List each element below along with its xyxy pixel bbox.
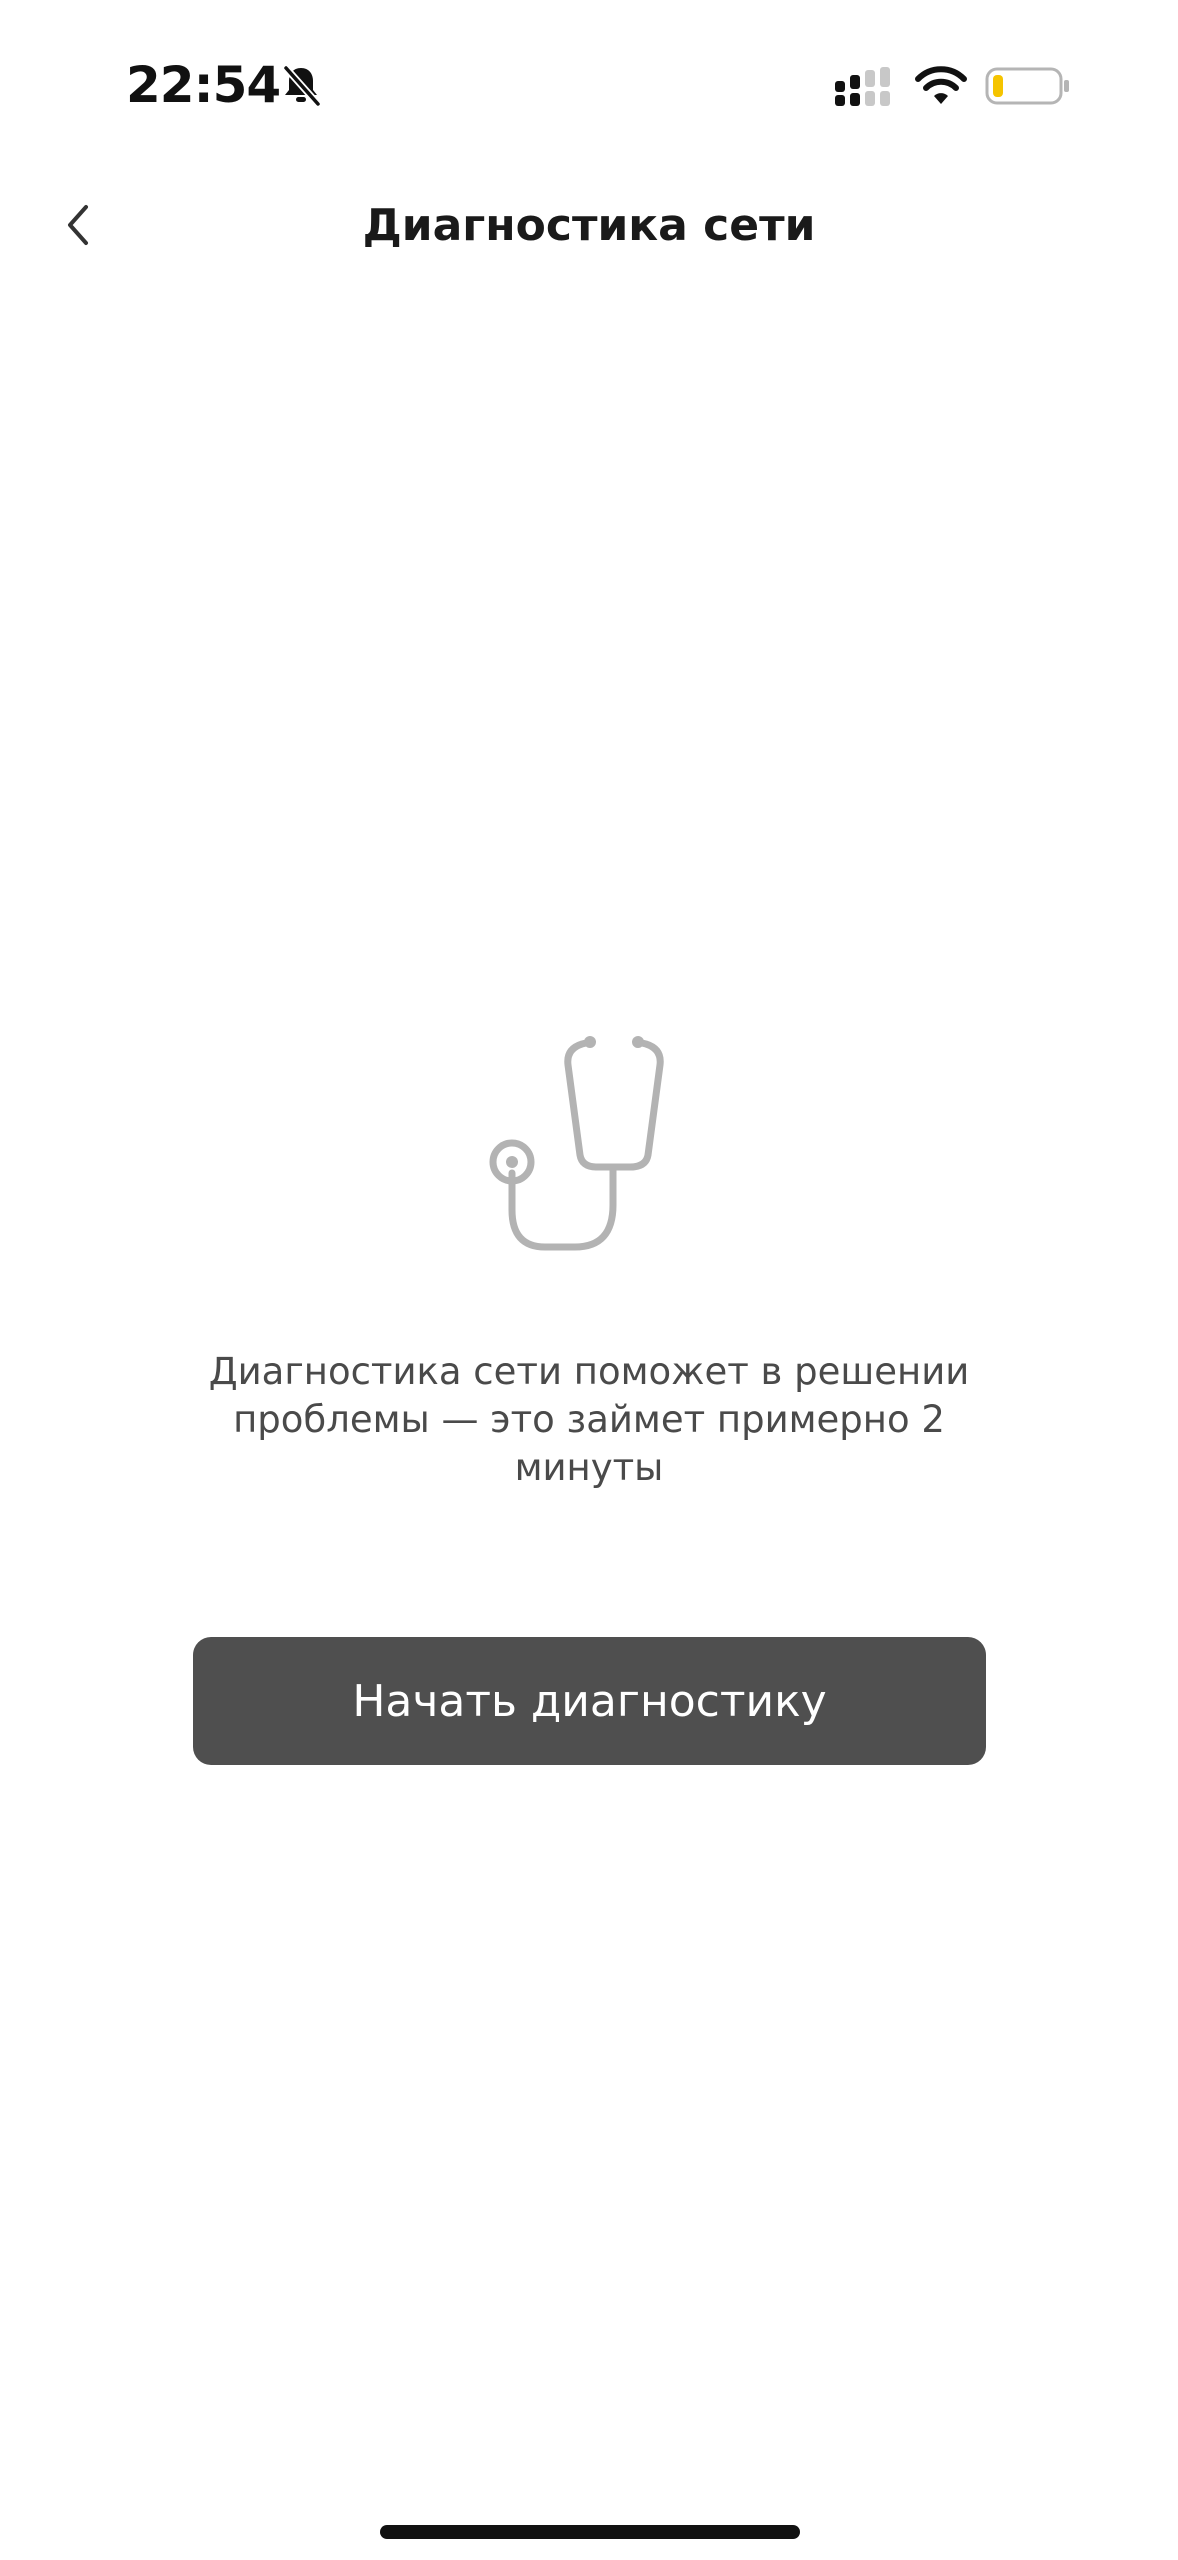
status-bar: 22:54 [0,0,1178,150]
start-diagnostics-button[interactable]: Начать диагностику [193,1637,986,1765]
stethoscope-icon [489,1036,664,1251]
status-time: 22:54 [126,56,281,114]
wifi-icon [915,66,967,104]
cellular-signal-icon [835,67,890,106]
page-title: Диагностика сети [362,200,816,251]
description-text: Диагностика сети поможет в решении пробл… [208,1350,970,1489]
home-indicator[interactable] [380,2525,800,2539]
nav-bar: Диагностика сети [0,160,1178,290]
battery-low-icon [985,67,1069,105]
bell-slash-icon [282,64,322,108]
